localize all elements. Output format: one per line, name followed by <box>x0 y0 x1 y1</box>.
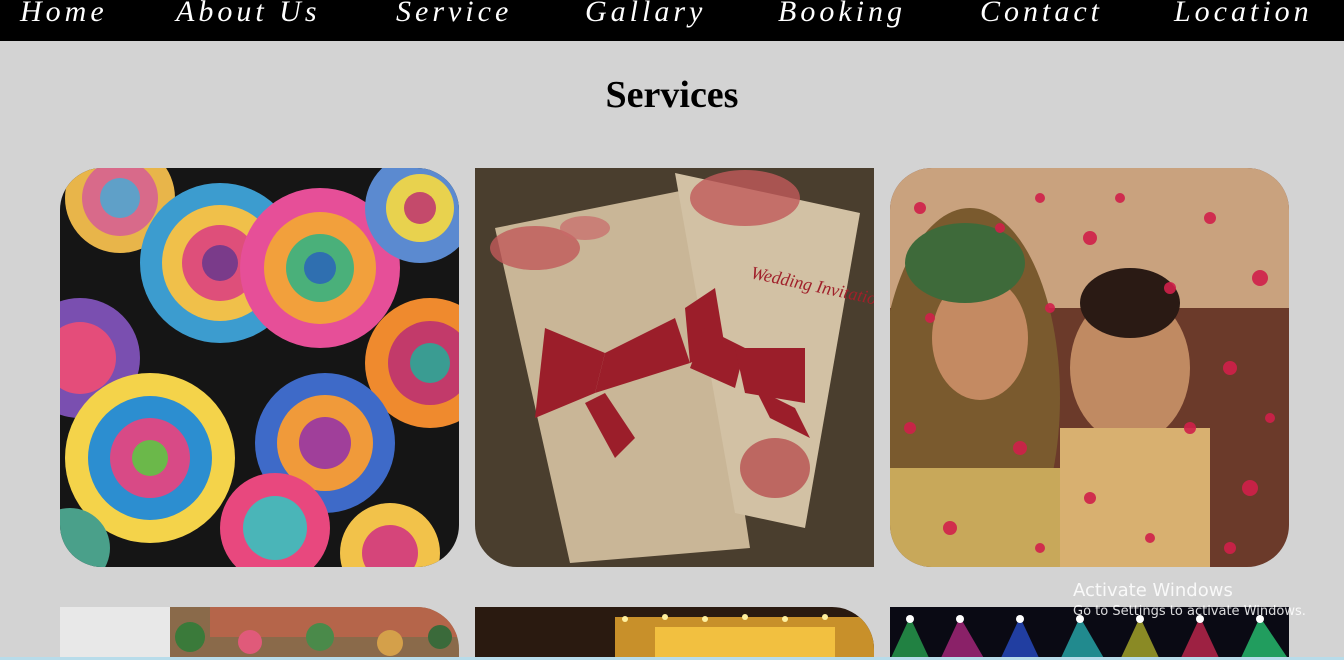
floral-decor-image <box>60 607 459 660</box>
service-card-invitations[interactable]: Wedding Invitation <box>475 168 874 567</box>
top-navbar: Home About Us Service Gallary Booking Co… <box>0 0 1344 41</box>
nav-contact-link[interactable]: Contact <box>980 0 1103 30</box>
service-card-ceremony[interactable] <box>890 168 1289 567</box>
service-card-lighting[interactable] <box>890 607 1289 660</box>
bride-groom-image <box>890 168 1289 567</box>
rainbow-roses-image <box>60 168 459 567</box>
nav-booking-link[interactable]: Booking <box>778 0 906 30</box>
nav-gallery-link[interactable]: Gallary <box>585 0 706 30</box>
service-card-venue[interactable] <box>475 607 874 660</box>
service-card-decor[interactable] <box>60 607 459 660</box>
nav-service-link[interactable]: Service <box>396 0 512 30</box>
nav-location-link[interactable]: Location <box>1174 0 1313 30</box>
wedding-invitation-image: Wedding Invitation <box>475 168 874 567</box>
venue-lights-image <box>475 607 874 660</box>
service-card-roses[interactable] <box>60 168 459 567</box>
stage-lights-image <box>890 607 1289 660</box>
nav-home-link[interactable]: Home <box>20 0 108 30</box>
nav-about-link[interactable]: About Us <box>176 0 321 30</box>
page-title: Services <box>605 74 739 116</box>
watermark-title: Activate Windows <box>1073 580 1233 601</box>
